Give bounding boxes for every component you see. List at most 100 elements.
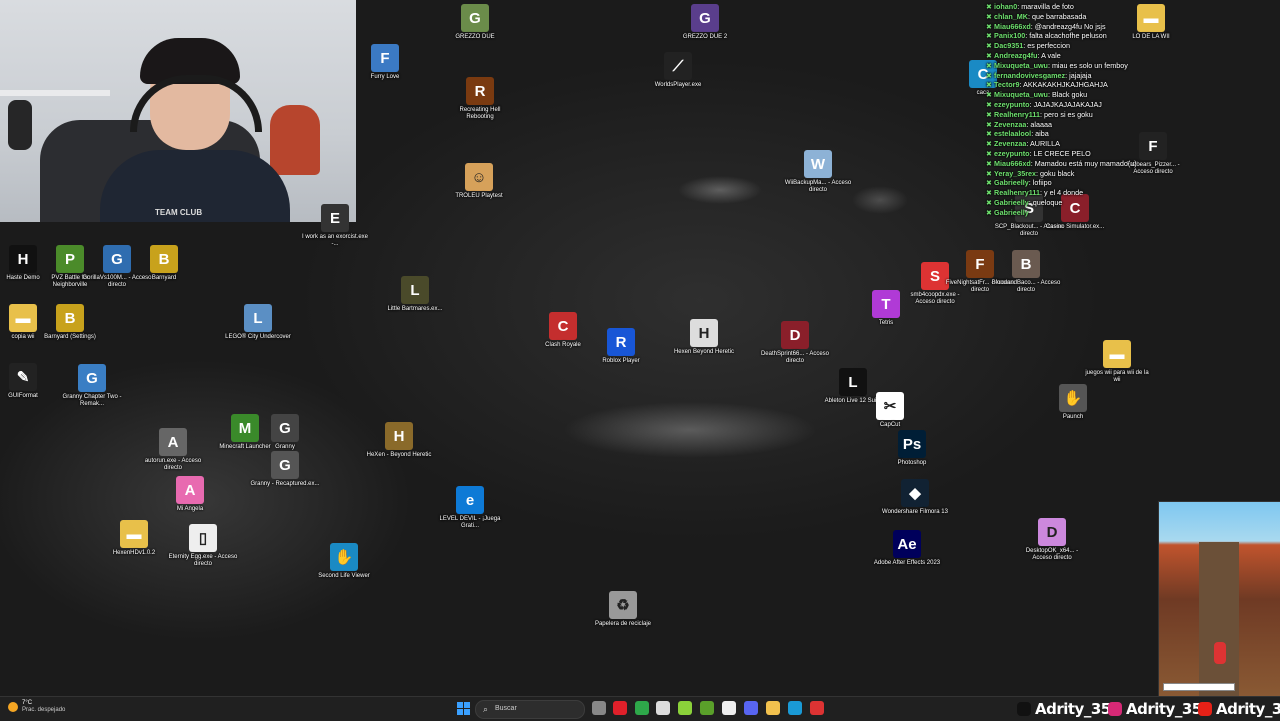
desktop-shortcut[interactable]: Aautorun.exe - Acceso directo: [138, 428, 208, 472]
desktop-shortcut[interactable]: ▬ HexenHDv1.0.2: [99, 520, 169, 557]
desktop-shortcut[interactable]: D DeathSprint66... - Acceso directo: [760, 321, 830, 365]
furry-love-icon: F: [371, 44, 399, 72]
search-placeholder: Buscar: [495, 705, 517, 712]
chat-message: ✖ Andreazg4fu: A vale: [986, 51, 1166, 61]
desktop-shortcut-label: HexenHDv1.0.2: [112, 550, 156, 556]
desktop-shortcut-label: TROLEU Playtest: [455, 193, 503, 199]
desktop-shortcut-label: Wondershare Filmora 13: [882, 509, 948, 515]
desktop-shortcut[interactable]: ♻ Papelera de reciclaje: [588, 591, 658, 628]
desktop-shortcut-label: Barnyard (Settings): [44, 334, 96, 340]
desktop-shortcut[interactable]: B Barnyard (Settings): [35, 304, 105, 341]
kick-badge-icon: ✖: [986, 21, 993, 31]
weather-temp: 7°C: [22, 700, 33, 706]
kick-badge-icon: ✖: [986, 197, 993, 207]
kick-badge-icon: ✖: [986, 2, 993, 11]
desktop-shortcut[interactable]: G Granny Chapter Two - Remak...: [57, 364, 127, 408]
desktop-shortcut[interactable]: ☺ TROLEU Playtest: [444, 163, 514, 200]
desktop-shortcut-label: Adobe After Effects 2023: [873, 560, 941, 566]
app-green-icon[interactable]: [678, 701, 692, 715]
desktop-shortcut[interactable]: T Tetris: [851, 290, 921, 327]
capcut-taskbar-icon[interactable]: [722, 701, 736, 715]
pvz-icon: P: [56, 245, 84, 273]
desktop-shortcut[interactable]: R Roblox Player: [586, 328, 656, 365]
desktop-shortcut[interactable]: A Mi Angela: [155, 476, 225, 513]
chat-message: ✖ ezeypunto: JAJAJKAJAJAKAJAJ: [986, 100, 1166, 110]
chat-text: : que barrabasada: [1027, 11, 1087, 21]
windows-logo-tile: [457, 709, 463, 715]
desktop-shortcut[interactable]: ▬ juegos wii para wii de la wii: [1082, 340, 1152, 384]
kick-badge-icon: ✖: [986, 80, 993, 90]
desktop-shortcut-label: WiiBackupMa... - Acceso directo: [784, 180, 852, 193]
notepad-icon[interactable]: [656, 701, 670, 715]
chat-username: estelaalool: [994, 129, 1032, 139]
kick-badge-icon: ✖: [986, 31, 993, 41]
kick-badge-icon: ✖: [986, 41, 993, 51]
opera-icon[interactable]: [613, 701, 627, 715]
desktop-shortcut[interactable]: Ae Adobe After Effects 2023: [872, 530, 942, 567]
webcam-guitar: [8, 100, 32, 150]
chat-message: ✖ Miau666xd: @andreazg4fu No jsjs: [986, 22, 1166, 32]
desktop-shortcut[interactable]: ▯ Eternity Egg.exe - Acceso directo: [168, 524, 238, 568]
taskbar-search-box[interactable]: ⌕ Buscar: [475, 700, 585, 719]
kick-badge-icon: ✖: [986, 178, 993, 188]
start-button[interactable]: [457, 702, 470, 715]
edge-icon[interactable]: [788, 701, 802, 715]
desktop-shortcut-label: GREZZO DUE 2: [682, 34, 728, 40]
after-effects-icon: Ae: [893, 530, 921, 558]
chat-text: : A vale: [1037, 50, 1061, 60]
desktop-shortcut[interactable]: B Barnyard: [129, 245, 199, 282]
chat-text: : es perfeccion: [1023, 41, 1070, 51]
hexen-beyond-heretic-2-icon: H: [385, 422, 413, 450]
youtube-icon: [1198, 702, 1212, 716]
task-view-icon[interactable]: [592, 701, 606, 715]
desktop-shortcut[interactable]: ⟋ WorldsPlayer.exe: [643, 52, 713, 89]
desktop-shortcut[interactable]: L LEGO® City Undercover: [223, 304, 293, 341]
chrome-icon[interactable]: [635, 701, 649, 715]
chat-text: : AURILLA: [1026, 139, 1060, 149]
desktop-shortcut-label: GUIFormat: [8, 393, 38, 399]
minecraft-taskbar-icon[interactable]: [700, 701, 714, 715]
desktop-shortcut[interactable]: G Granny - Recaptured.ex...: [250, 451, 320, 488]
desktop-shortcut[interactable]: L Little Bartmares.ex...: [380, 276, 450, 313]
desktop-shortcut[interactable]: H HeXen - Beyond Heretic: [364, 422, 434, 459]
desktop-shortcut[interactable]: H Hexen Beyond Heretic: [669, 319, 739, 356]
desktop-shortcut[interactable]: B BloodandBaco... - Acceso directo: [991, 250, 1061, 294]
desktop-shortcut[interactable]: ✋ Paunch: [1038, 384, 1108, 421]
desktop-shortcut[interactable]: G GREZZO DUE: [440, 4, 510, 41]
desktop-shortcut[interactable]: e LEVEL DEVIL - ¡Juega Grati...: [435, 486, 505, 530]
desktop-shortcut-label: DeathSprint66... - Acceso directo: [760, 351, 830, 364]
chat-text: : queloque: [1028, 197, 1063, 207]
social-handle-youtube: Adrity_35: [1198, 700, 1280, 718]
app-red-icon[interactable]: [810, 701, 824, 715]
kick-badge-icon: ✖: [986, 168, 993, 178]
chat-message: ✖ Miau666xd: Mamadou está muy mamado(u): [986, 159, 1166, 169]
chat-message: ✖ estelaalool: aiba: [986, 129, 1166, 139]
desktop-shortcut[interactable]: E I work as an exorcist.exe -...: [300, 204, 370, 248]
file-explorer-icon[interactable]: [766, 701, 780, 715]
desktop-shortcut-label: WorldsPlayer.exe: [654, 82, 702, 88]
desktop-shortcut[interactable]: ✋ Second Life Viewer: [309, 543, 379, 580]
deathsprint-icon: D: [781, 321, 809, 349]
chat-text: : miau es solo un femboy: [1047, 60, 1128, 70]
recycle-bin-icon: ♻: [609, 591, 637, 619]
desktop-shortcut[interactable]: W WiiBackupMa... - Acceso directo: [783, 150, 853, 194]
desktop-shortcut[interactable]: F Furry Love: [350, 44, 420, 81]
chat-message: ✖ Realhenry111: pero si es goku: [986, 110, 1166, 120]
desktop-shortcut-label: Granny - Recaptured.ex...: [250, 481, 320, 487]
desktop-shortcut[interactable]: ◆ Wondershare Filmora 13: [880, 479, 950, 516]
desktop-shortcut-label: Hexen Beyond Heretic: [673, 349, 735, 355]
chat-username: Gabrieelly: [994, 207, 1029, 217]
desktop-shortcut-label: Eternity Egg.exe - Acceso directo: [168, 554, 238, 567]
desktop-shortcut[interactable]: R Recreating Hell Rebooting: [445, 77, 515, 121]
weather-widget[interactable]: 7°C Prac. despejado: [8, 700, 65, 714]
discord-icon[interactable]: [744, 701, 758, 715]
desktop-shortcut[interactable]: Ps Photoshop: [877, 430, 947, 467]
kick-badge-icon: ✖: [986, 148, 993, 158]
chat-text: : alaaaa: [1026, 119, 1052, 129]
desktop-shortcut[interactable]: G Granny: [250, 414, 320, 451]
desktop-shortcut[interactable]: D DesktopOK_x64... - Acceso directo: [1017, 518, 1087, 562]
desktop-shortcut[interactable]: G GREZZO DUE 2: [670, 4, 740, 41]
desktop-shortcut[interactable]: ✎ GUIFormat: [0, 363, 58, 400]
desktop-shortcut[interactable]: ✂ CapCut: [855, 392, 925, 429]
social-handle-text: Adrity_35: [1035, 700, 1111, 718]
